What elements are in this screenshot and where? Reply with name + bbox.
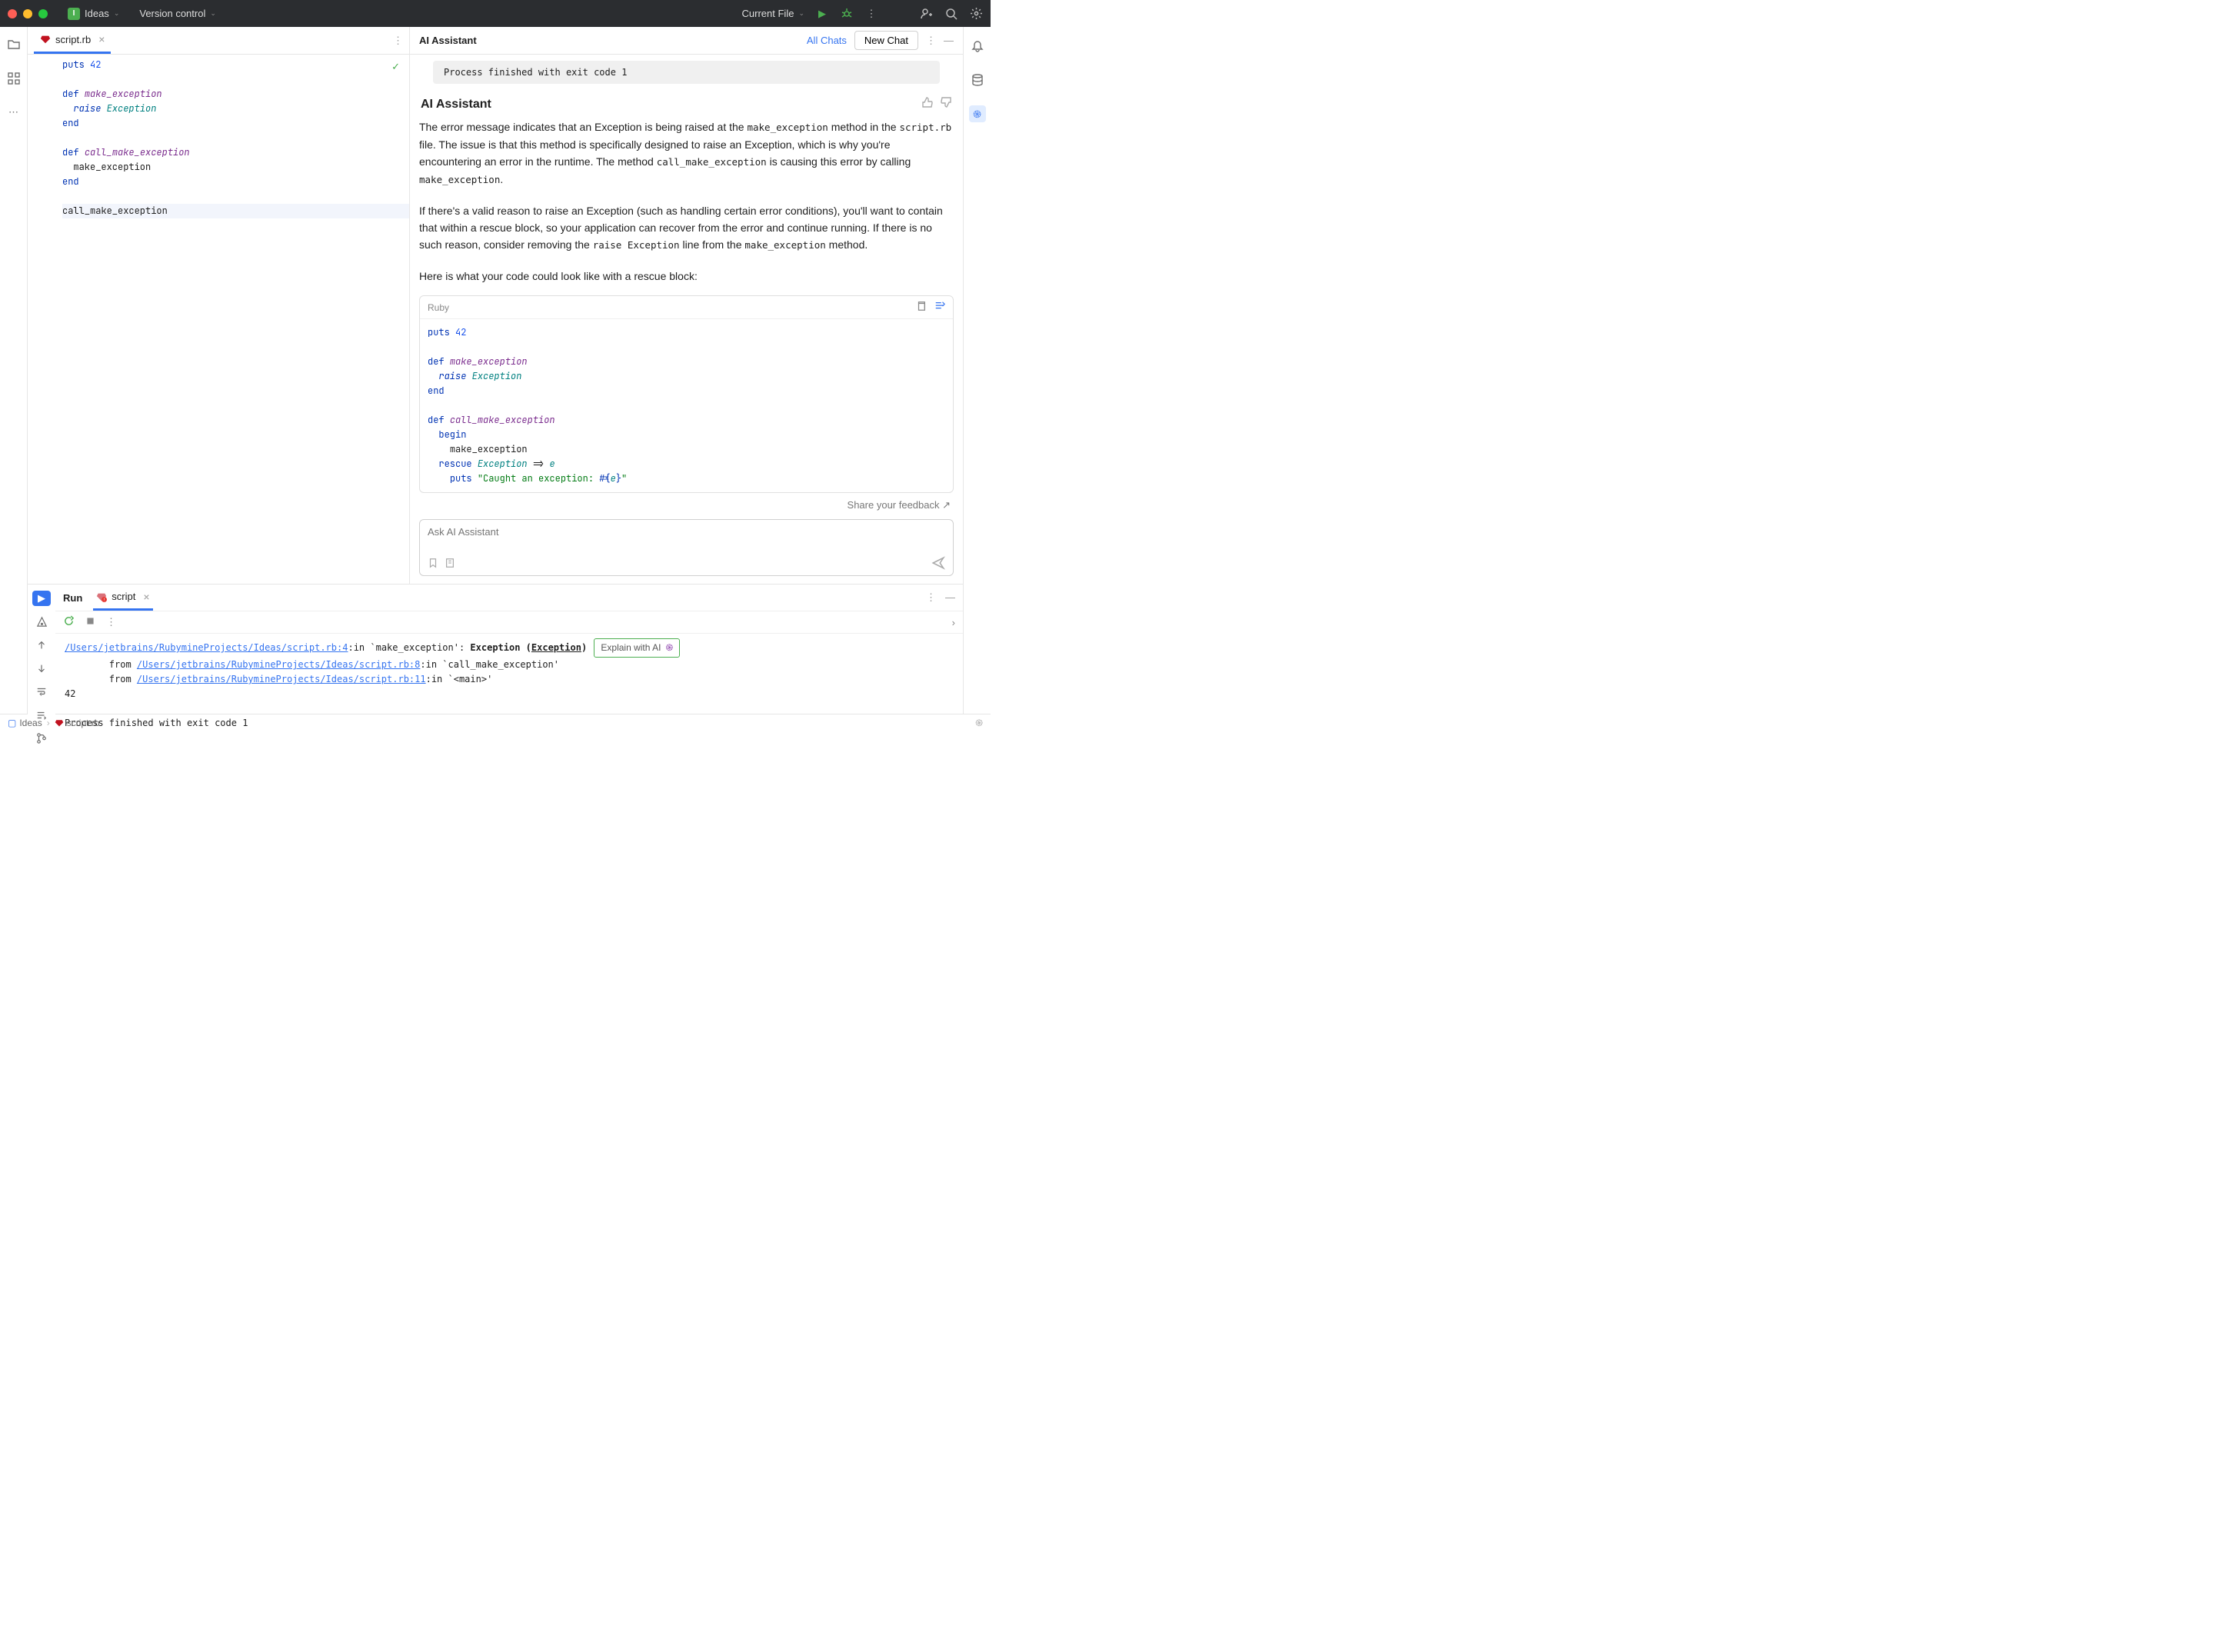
code-keyword: puts	[62, 58, 85, 71]
more-icon[interactable]: ⋮	[864, 7, 878, 21]
editor-tabs-menu-icon[interactable]: ⋮	[393, 35, 403, 47]
ai-message-title: AI Assistant	[421, 98, 491, 112]
stop-icon[interactable]	[85, 616, 95, 628]
send-icon[interactable]	[931, 556, 945, 572]
pull-down-icon[interactable]	[32, 661, 51, 676]
run-config-label: Current File	[742, 8, 794, 19]
debug-tool-button[interactable]	[32, 614, 51, 629]
ai-message-body: If there's a valid reason to raise an Ex…	[419, 202, 954, 254]
code-keyword: end	[62, 117, 79, 129]
code-keyword: end	[62, 175, 79, 188]
ai-message-body: The error message indicates that an Exce…	[419, 118, 954, 188]
ruby-error-icon: !	[96, 591, 107, 602]
editor-tab[interactable]: script.rb ×	[34, 27, 111, 54]
ai-menu-icon[interactable]: ⋮	[926, 35, 936, 47]
git-icon[interactable]	[32, 731, 51, 746]
all-chats-link[interactable]: All Chats	[807, 35, 847, 46]
run-menu-icon[interactable]: ⋮	[926, 591, 936, 604]
new-chat-button[interactable]: New Chat	[854, 31, 918, 50]
ai-message-body: Here is what your code could look like w…	[419, 268, 954, 285]
code-keyword: def	[62, 146, 79, 158]
code-class: Exception	[107, 102, 157, 115]
stacktrace-link[interactable]: /Users/jetbrains/RubymineProjects/Ideas/…	[137, 674, 426, 684]
status-project[interactable]: Ideas	[19, 718, 42, 728]
ai-console-output: Process finished with exit code 1	[433, 61, 940, 84]
run-icon[interactable]: ▶	[815, 7, 829, 21]
vcs-menu[interactable]: Version control ⌄	[139, 8, 216, 19]
database-icon[interactable]	[969, 72, 986, 88]
module-icon: ▢	[8, 718, 16, 728]
window-close[interactable]	[8, 9, 17, 18]
minimize-icon[interactable]: —	[945, 591, 955, 604]
settings-icon[interactable]	[969, 7, 983, 21]
ai-icon: ֍	[665, 641, 673, 655]
stacktrace-link[interactable]: /Users/jetbrains/RubymineProjects/Ideas/…	[137, 659, 420, 670]
chevron-down-icon: ⌄	[798, 9, 804, 18]
code-function: make_exception	[85, 88, 162, 100]
code-language-label: Ruby	[428, 302, 449, 313]
ai-code-block: Ruby puts 42	[419, 295, 954, 493]
attach-icon[interactable]	[445, 558, 455, 571]
vcs-label: Version control	[139, 8, 205, 19]
code-call: make_exception	[73, 161, 151, 173]
breadcrumb-separator: ›	[47, 718, 50, 728]
window-zoom[interactable]	[38, 9, 48, 18]
project-icon: I	[68, 8, 80, 20]
expand-icon[interactable]: ›	[952, 617, 955, 628]
run-tab[interactable]: ! script ×	[93, 585, 152, 611]
tab-filename: script.rb	[55, 34, 91, 45]
run-console: /Users/jetbrains/RubymineProjects/Ideas/…	[55, 634, 963, 751]
ai-input[interactable]	[428, 526, 945, 554]
copy-icon[interactable]	[916, 301, 927, 314]
run-tab-label: script	[112, 591, 135, 602]
chevron-down-icon: ⌄	[210, 9, 216, 18]
notifications-icon[interactable]	[969, 38, 986, 55]
project-name: Ideas	[85, 8, 109, 19]
collab-icon[interactable]	[920, 7, 934, 21]
close-icon[interactable]: ×	[143, 591, 149, 603]
bookmark-icon[interactable]	[428, 558, 438, 571]
search-icon[interactable]	[944, 7, 958, 21]
ruby-icon	[40, 34, 51, 45]
debug-icon[interactable]	[840, 7, 854, 21]
code-number: 42	[90, 58, 101, 71]
run-tool-button[interactable]: ▶	[32, 591, 51, 606]
pull-up-icon[interactable]	[32, 638, 51, 653]
code-keyword: raise	[73, 102, 101, 115]
ai-assistant-icon[interactable]: ֍	[969, 105, 986, 122]
run-title: Run	[63, 592, 82, 604]
ai-input-area[interactable]	[419, 519, 954, 576]
run-config-selector[interactable]: Current File ⌄	[742, 8, 804, 19]
status-ai-icon[interactable]: ֍	[975, 716, 983, 729]
ruby-icon	[55, 718, 64, 728]
code-call: call_make_exception	[62, 205, 168, 217]
more-tools-icon[interactable]: ⋯	[7, 105, 21, 119]
stacktrace-link[interactable]: /Users/jetbrains/RubymineProjects/Ideas/…	[65, 642, 348, 653]
thumbs-down-icon[interactable]	[940, 96, 952, 112]
explain-with-ai-chip[interactable]: Explain with AI֍	[594, 638, 680, 658]
window-minimize[interactable]	[23, 9, 32, 18]
chevron-down-icon: ⌄	[114, 9, 120, 18]
wrap-icon[interactable]	[32, 684, 51, 699]
project-selector[interactable]: I Ideas ⌄	[68, 8, 119, 20]
code-keyword: def	[62, 88, 79, 100]
status-file[interactable]: script.rb	[67, 718, 100, 728]
folder-icon[interactable]	[7, 38, 21, 52]
svg-text:!: !	[104, 598, 105, 601]
inspection-ok-icon[interactable]: ✓	[391, 61, 400, 73]
code-function: call_make_exception	[85, 146, 190, 158]
close-icon[interactable]: ×	[98, 33, 105, 45]
minimize-icon[interactable]: —	[944, 35, 954, 46]
structure-icon[interactable]	[7, 72, 21, 85]
toolbar-more-icon[interactable]: ⋮	[106, 616, 116, 628]
thumbs-up-icon[interactable]	[921, 96, 934, 112]
share-feedback-link[interactable]: Share your feedback ↗	[419, 493, 954, 515]
rerun-icon[interactable]	[63, 615, 75, 629]
ai-assistant-title: AI Assistant	[419, 35, 477, 46]
insert-icon[interactable]	[934, 301, 945, 314]
